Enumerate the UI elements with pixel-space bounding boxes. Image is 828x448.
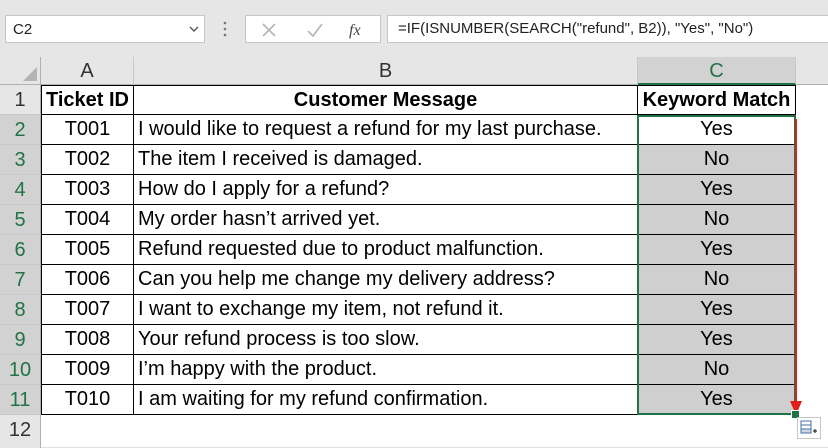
autofill-grid-icon: [800, 420, 817, 434]
fx-icon[interactable]: fx: [348, 21, 366, 39]
x-icon[interactable]: [260, 21, 278, 39]
cell-match[interactable]: Yes: [638, 385, 796, 415]
row-header-11[interactable]: 11: [0, 385, 41, 415]
header-cell-ticket-id[interactable]: Ticket ID: [41, 85, 134, 115]
row-header-8[interactable]: 8: [0, 295, 41, 325]
cell-ticket-id[interactable]: T006: [41, 265, 134, 295]
cell-ticket-id[interactable]: T001: [41, 115, 134, 145]
formula-bar-area: C2 fx =IF(ISNUMBER(SEARCH("refund", B2))…: [0, 0, 828, 57]
cell-match[interactable]: Yes: [638, 325, 796, 355]
row-header-6[interactable]: 6: [0, 235, 41, 265]
cell-ticket-id[interactable]: T009: [41, 355, 134, 385]
row-header-7[interactable]: 7: [0, 265, 41, 295]
cell-message[interactable]: How do I apply for a refund?: [134, 175, 638, 205]
cell-message[interactable]: I want to exchange my item, not refund i…: [134, 295, 638, 325]
row-header-2[interactable]: 2: [0, 115, 41, 145]
name-box-value: C2: [13, 21, 33, 38]
header-cell-keyword-match[interactable]: Keyword Match: [638, 85, 796, 115]
autofill-options-icon[interactable]: [797, 417, 821, 439]
formula-text: =IF(ISNUMBER(SEARCH("refund", B2)), "Yes…: [398, 20, 754, 37]
column-header-d[interactable]: [796, 57, 828, 85]
svg-text:fx: fx: [349, 22, 361, 39]
cell-ticket-id[interactable]: T002: [41, 145, 134, 175]
row-header-4[interactable]: 4: [0, 175, 41, 205]
row-header-12[interactable]: 12: [0, 415, 41, 448]
cell-message[interactable]: I’m happy with the product.: [134, 355, 638, 385]
cell-match[interactable]: No: [638, 205, 796, 235]
column-header-c[interactable]: C: [638, 57, 796, 85]
cell-match[interactable]: No: [638, 145, 796, 175]
row-header-3[interactable]: 3: [0, 145, 41, 175]
check-icon[interactable]: [306, 21, 324, 39]
cell-match[interactable]: Yes: [638, 235, 796, 265]
cell-message[interactable]: I would like to request a refund for my …: [134, 115, 638, 145]
row-header-1[interactable]: 1: [0, 85, 41, 115]
cell-message[interactable]: I am waiting for my refund confirmation.: [134, 385, 638, 415]
cell-match[interactable]: Yes: [638, 295, 796, 325]
cell-match[interactable]: No: [638, 265, 796, 295]
cell-ticket-id[interactable]: T005: [41, 235, 134, 265]
cell-match[interactable]: Yes: [638, 175, 796, 205]
cell-message[interactable]: Refund requested due to product malfunct…: [134, 235, 638, 265]
cell-ticket-id[interactable]: T007: [41, 295, 134, 325]
cell-ticket-id[interactable]: T004: [41, 205, 134, 235]
row-header-5[interactable]: 5: [0, 205, 41, 235]
spreadsheet-grid[interactable]: A B C 1 2 3 4 5 6 7 8 9 10 11 12 Ticket …: [0, 57, 828, 448]
formula-input[interactable]: =IF(ISNUMBER(SEARCH("refund", B2)), "Yes…: [387, 15, 828, 43]
corner-triangle-icon: [23, 67, 37, 81]
name-box[interactable]: C2: [5, 15, 205, 43]
cell-message[interactable]: My order hasn’t arrived yet.: [134, 205, 638, 235]
row-header-10[interactable]: 10: [0, 355, 41, 385]
fill-down-arrow-icon: [790, 119, 802, 415]
empty-row-12[interactable]: [41, 415, 828, 448]
cell-ticket-id[interactable]: T003: [41, 175, 134, 205]
chevron-down-icon[interactable]: [189, 25, 199, 33]
cell-match-active[interactable]: Yes: [638, 115, 796, 145]
cell-ticket-id[interactable]: T008: [41, 325, 134, 355]
column-header-a[interactable]: A: [41, 57, 134, 85]
cell-match[interactable]: No: [638, 355, 796, 385]
cell-message[interactable]: Can you help me change my delivery addre…: [134, 265, 638, 295]
cell-message[interactable]: The item I received is damaged.: [134, 145, 638, 175]
cell-ticket-id[interactable]: T010: [41, 385, 134, 415]
row-header-9[interactable]: 9: [0, 325, 41, 355]
select-all-corner[interactable]: [0, 57, 41, 85]
separator-dots-icon[interactable]: [222, 20, 228, 38]
column-header-b[interactable]: B: [134, 57, 638, 85]
formula-buttons: fx: [245, 15, 381, 43]
cell-message[interactable]: Your refund process is too slow.: [134, 325, 638, 355]
header-cell-customer-message[interactable]: Customer Message: [134, 85, 638, 115]
